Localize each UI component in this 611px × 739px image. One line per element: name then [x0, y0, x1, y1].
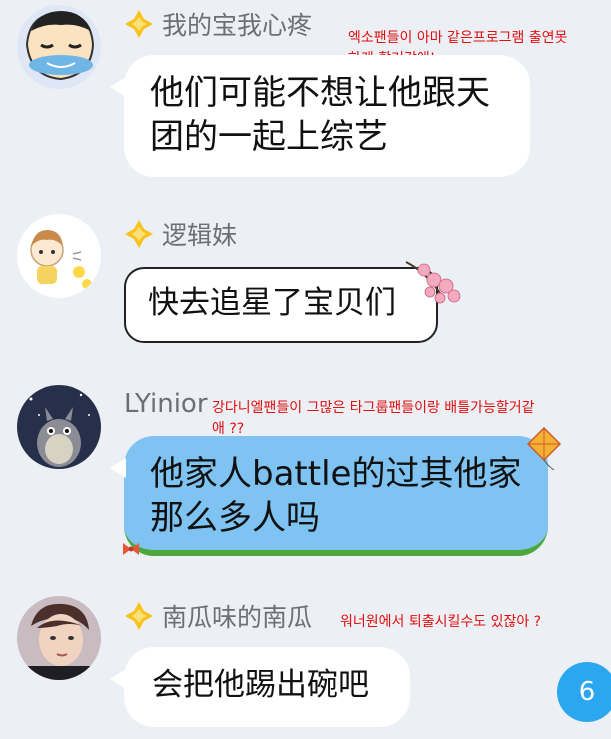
avatar-crayon[interactable]: [17, 5, 101, 89]
annotation-line: 엑소팬들이 아마 같은프로그램 출연못: [348, 30, 568, 46]
message-bubble[interactable]: 他家人battle的过其他家 那么多人吗: [110, 436, 548, 556]
avatar-chibi[interactable]: [17, 214, 101, 298]
cartoon-face-icon: [17, 5, 101, 89]
kite-icon: [526, 426, 562, 471]
message-text: 他家人battle的过其他家: [150, 454, 522, 494]
totoro-night-icon: [17, 385, 101, 469]
diamond-badge-icon: [124, 219, 154, 249]
message-bubble[interactable]: 快去追星了宝贝们: [124, 267, 438, 343]
blossom-icon: [405, 261, 461, 304]
avatar-photo[interactable]: [17, 596, 101, 680]
message-text: 团的一起上综艺: [150, 117, 388, 157]
sender-row: 我的宝我心疼: [124, 6, 312, 42]
sender-row: 逻辑妹: [124, 216, 237, 252]
sender-name[interactable]: 逻辑妹: [162, 216, 237, 252]
message-bubble[interactable]: 会把他踢出碗吧: [110, 647, 410, 727]
annotation-3: 워너원에서 퇴출시킬수도 있잖아 ?: [340, 614, 542, 630]
message-text: 他们可能不想让他跟天: [150, 73, 490, 113]
unread-count-badge[interactable]: 6: [557, 662, 611, 722]
avatar-totoro[interactable]: [17, 385, 101, 469]
chibi-character-icon: [17, 214, 101, 298]
diamond-badge-icon: [124, 9, 154, 39]
bow-icon: [123, 543, 139, 555]
annotation-line: 강다니엘팬들이 그많은 타그룹팬들이랑 배틀가능할거같: [212, 400, 535, 416]
person-photo-icon: [17, 596, 101, 680]
sender-name[interactable]: 我的宝我心疼: [162, 6, 312, 42]
sender-name[interactable]: LYinior: [124, 389, 208, 419]
sender-row: LYinior: [124, 389, 208, 419]
sender-row: 南瓜味的南瓜: [124, 598, 312, 634]
message-text: 会把他踢出碗吧: [152, 667, 369, 703]
diamond-badge-icon: [124, 601, 154, 631]
message-text: 那么多人吗: [150, 498, 320, 538]
sender-name[interactable]: 南瓜味的南瓜: [162, 598, 312, 634]
message-text: 快去追星了宝贝们: [148, 285, 396, 321]
annotation-2: 강다니엘팬들이 그많은 타그룹팬들이랑 배틀가능할거같 애 ??: [212, 398, 534, 440]
message-bubble[interactable]: 他们可能不想让他跟天 团的一起上综艺: [110, 55, 530, 177]
